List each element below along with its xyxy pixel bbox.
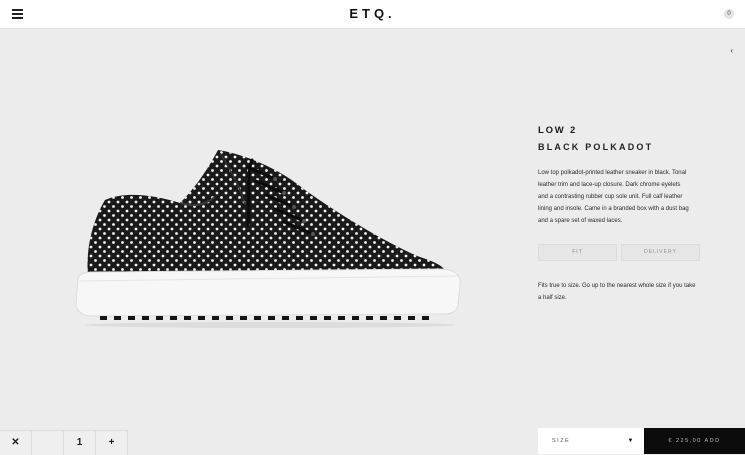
quantity-controls: ✕ 1 + <box>0 430 128 455</box>
size-select[interactable]: SIZE ▼ <box>538 428 644 454</box>
product-image <box>75 150 461 328</box>
product-colorway: BLACK POLKADOT <box>538 142 654 152</box>
cart-count-badge[interactable]: 0 <box>724 9 734 19</box>
increment-button[interactable]: + <box>96 430 128 455</box>
quantity-spacer <box>32 430 64 455</box>
info-tabs: FIT DELIVERY <box>538 244 700 261</box>
size-select-label: SIZE <box>552 438 571 444</box>
add-to-cart-button[interactable]: € 225,00 ADD <box>644 428 745 454</box>
brand-logo[interactable]: ETQ. <box>0 6 745 21</box>
product-name: LOW 2 <box>538 125 578 136</box>
shoe-tread <box>100 316 429 320</box>
shoe-sole <box>75 268 461 317</box>
top-header: ETQ. 0 <box>0 0 745 29</box>
quantity-value: 1 <box>64 430 96 455</box>
fit-note: Fits true to size. Go up to the nearest … <box>538 283 696 301</box>
remove-button[interactable]: ✕ <box>0 430 32 455</box>
chevron-down-icon: ▼ <box>627 438 635 444</box>
tab-delivery[interactable]: DELIVERY <box>621 244 700 261</box>
side-arrow-icon[interactable]: ‹ <box>730 46 733 55</box>
shoe-upper <box>87 150 448 283</box>
product-details: LOW 2 BLACK POLKADOT Low top polkadot-pr… <box>538 125 708 304</box>
product-description: Low top polkadot-printed leather sneaker… <box>538 170 689 224</box>
tab-fit[interactable]: FIT <box>538 244 617 261</box>
